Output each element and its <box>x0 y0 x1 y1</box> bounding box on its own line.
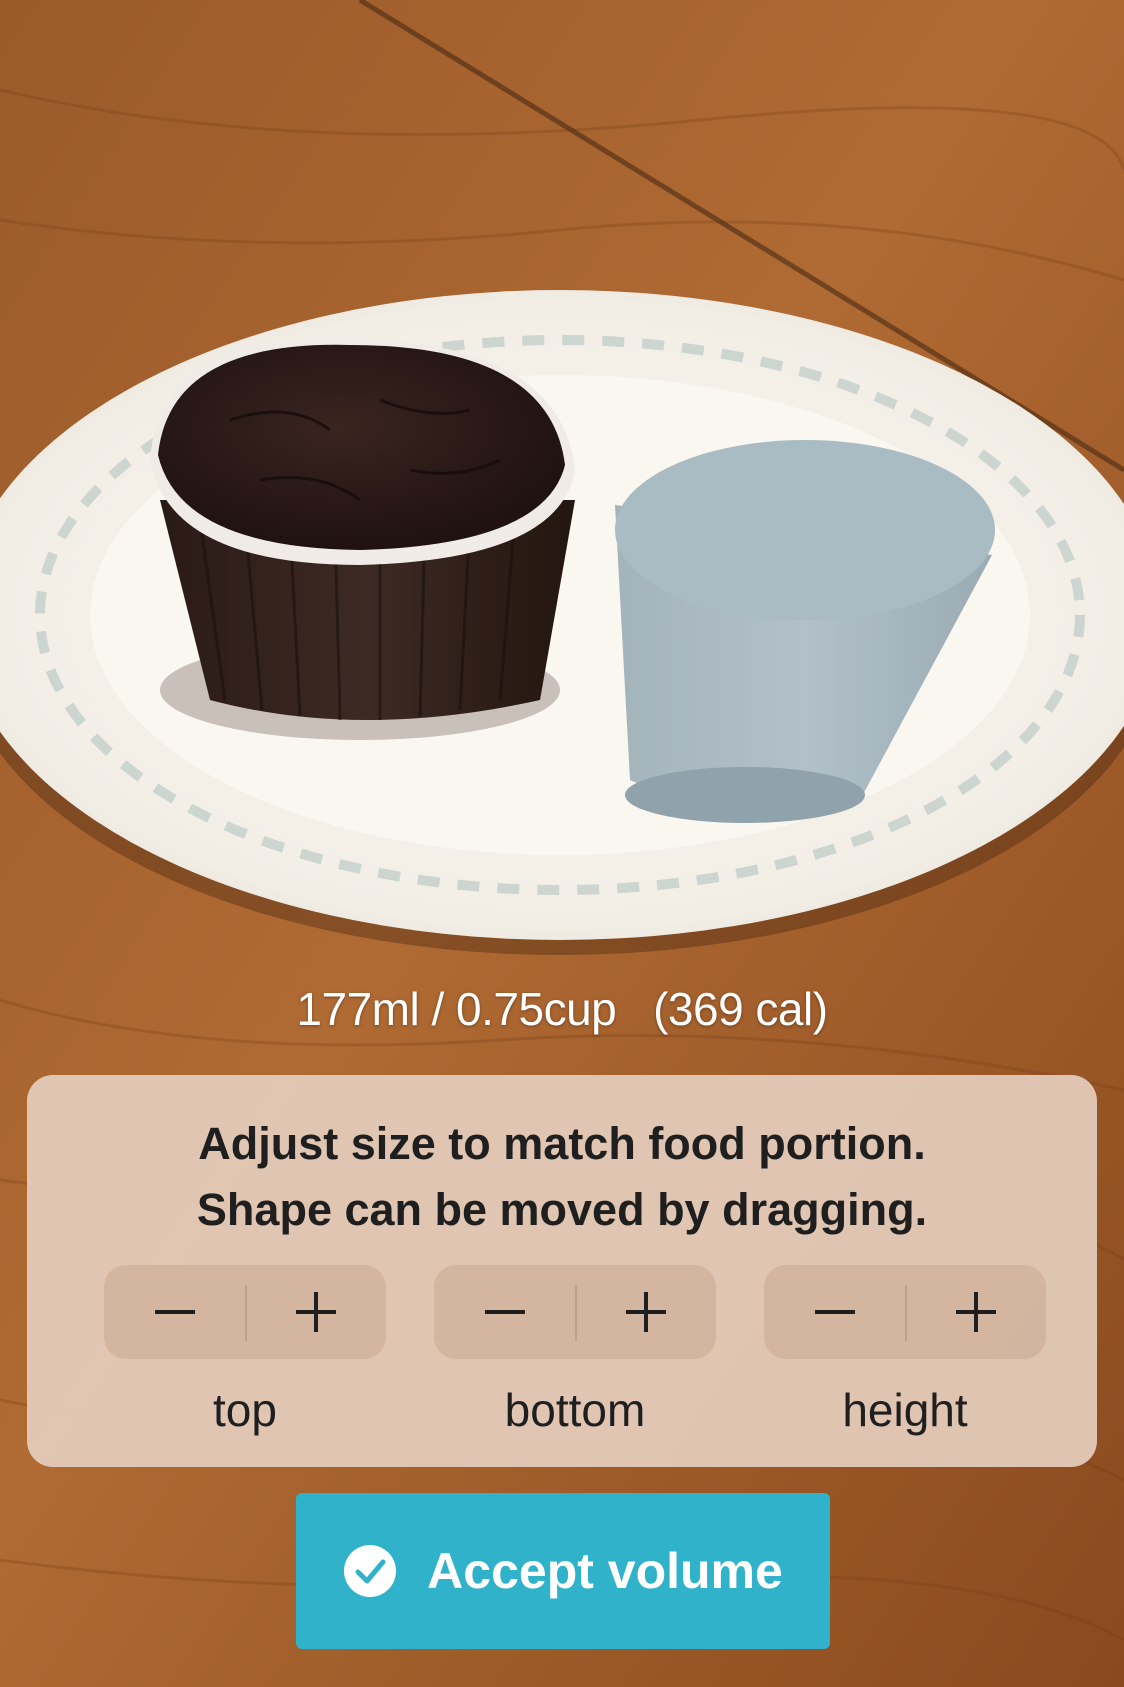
plus-icon <box>955 1292 996 1332</box>
bottom-label: bottom <box>504 1384 646 1436</box>
instruction-line-2: Shape can be moved by dragging. <box>196 1184 928 1235</box>
volume-readout: 177ml / 0.75cup (369 cal) <box>296 983 828 1035</box>
adjust-panel: Adjust size to match food portion. Shape… <box>27 1075 1097 1467</box>
accept-volume-button[interactable]: Accept volume <box>296 1493 830 1649</box>
instructions: Adjust size to match food portion. Shape… <box>27 1111 1097 1243</box>
accept-volume-label: Accept volume <box>427 1543 783 1599</box>
height-label: height <box>842 1384 968 1436</box>
checkmark-circle-icon <box>344 1545 397 1597</box>
instruction-line-1: Adjust size to match food portion. <box>198 1118 926 1169</box>
bottom-decrease-button[interactable] <box>434 1265 575 1359</box>
plus-icon <box>625 1292 666 1332</box>
height-increase-button[interactable] <box>905 1265 1046 1359</box>
minus-icon <box>484 1310 525 1314</box>
top-increase-button[interactable] <box>245 1265 386 1359</box>
bottom-increase-button[interactable] <box>575 1265 716 1359</box>
minus-icon <box>154 1310 195 1314</box>
top-label: top <box>213 1384 277 1436</box>
top-stepper[interactable] <box>104 1265 386 1359</box>
minus-icon <box>814 1310 855 1314</box>
height-decrease-button[interactable] <box>764 1265 905 1359</box>
bottom-stepper[interactable] <box>434 1265 716 1359</box>
height-stepper[interactable] <box>764 1265 1046 1359</box>
top-decrease-button[interactable] <box>104 1265 245 1359</box>
plus-icon <box>295 1292 336 1332</box>
